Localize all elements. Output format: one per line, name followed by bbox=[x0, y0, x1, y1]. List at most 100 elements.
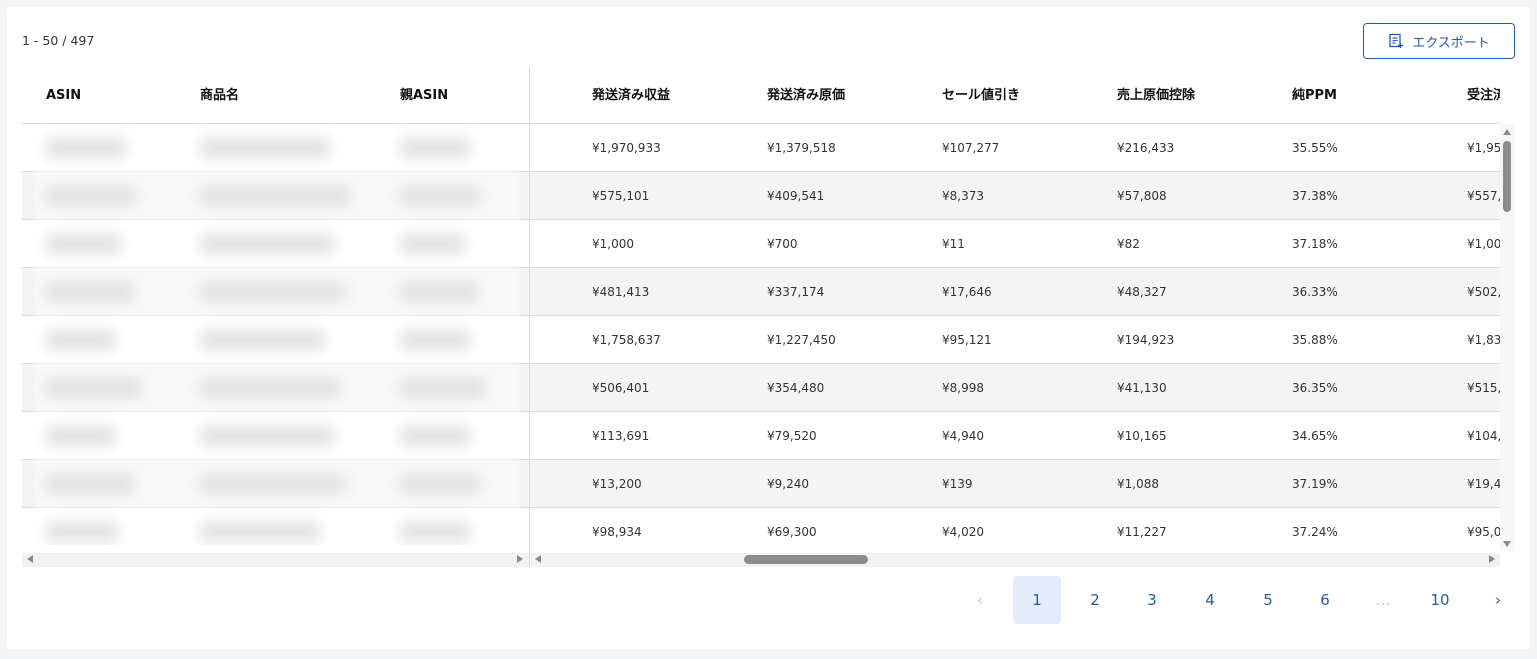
table-cell: ¥11,227 bbox=[1117, 525, 1167, 539]
table-cell: ¥354,480 bbox=[767, 381, 825, 395]
prev-page-button[interactable]: ‹ bbox=[956, 576, 1004, 624]
table-cell: ¥4,020 bbox=[942, 525, 984, 539]
horizontal-scrollbar[interactable] bbox=[531, 553, 1500, 567]
page-button-1[interactable]: 1 bbox=[1013, 576, 1061, 624]
table-cell: 37.24% bbox=[1292, 525, 1338, 539]
table-row[interactable]: ¥1,758,637 ¥1,227,450 ¥95,121 ¥194,923 35.88… bbox=[530, 316, 1500, 364]
column-header-net-ppm[interactable]: 純PPM bbox=[1292, 67, 1337, 124]
table-cell: ¥10,165 bbox=[1117, 429, 1167, 443]
table-row[interactable]: ¥481,413 ¥337,174 ¥17,646 ¥48,327 36.33% ¥502… bbox=[530, 268, 1500, 316]
export-list-icon bbox=[1388, 33, 1404, 49]
table-cell: ¥139 bbox=[942, 477, 973, 491]
table-row[interactable]: ¥1,970,933 ¥1,379,518 ¥107,277 ¥216,433 35.5… bbox=[530, 124, 1500, 172]
table-row[interactable]: ¥13,200 ¥9,240 ¥139 ¥1,088 37.19% ¥19,47 bbox=[530, 460, 1500, 508]
result-count: 1 - 50 / 497 bbox=[22, 33, 95, 48]
column-header-ordered[interactable]: 受注済み bbox=[1467, 67, 1500, 124]
header-row: 発送済み収益 発送済み原価 セール値引き 売上原価控除 純PPM 受注済み bbox=[530, 67, 1500, 124]
table-cell: ¥57,808 bbox=[1117, 189, 1167, 203]
table-cell: ¥1,000 bbox=[1467, 237, 1500, 251]
table-cell: ¥1,227,450 bbox=[767, 333, 836, 347]
table-cell: ¥13,200 bbox=[592, 477, 642, 491]
frozen-header-row: ASIN 商品名 親ASIN bbox=[22, 67, 529, 124]
page-button-4[interactable]: 4 bbox=[1186, 576, 1234, 624]
scroll-up-icon[interactable] bbox=[1503, 129, 1511, 135]
page-button-2[interactable]: 2 bbox=[1071, 576, 1119, 624]
table-cell: ¥337,174 bbox=[767, 285, 825, 299]
frozen-horizontal-scrollbar[interactable] bbox=[22, 553, 529, 567]
table-cell: ¥69,300 bbox=[767, 525, 817, 539]
table-cell: ¥8,998 bbox=[942, 381, 984, 395]
table-row[interactable]: ¥113,691 ¥79,520 ¥4,940 ¥10,165 34.65% ¥104,0 bbox=[530, 412, 1500, 460]
export-label: エクスポート bbox=[1412, 34, 1490, 50]
column-header-cogs-deduction[interactable]: 売上原価控除 bbox=[1117, 67, 1195, 124]
column-header-parent-asin[interactable]: 親ASIN bbox=[400, 67, 448, 124]
table-cell: ¥1,000 bbox=[592, 237, 634, 251]
table-cell: ¥700 bbox=[767, 237, 798, 251]
page-button-6[interactable]: 6 bbox=[1301, 576, 1349, 624]
table-cell: ¥409,541 bbox=[767, 189, 825, 203]
page-button-5[interactable]: 5 bbox=[1244, 576, 1292, 624]
table-cell: 35.88% bbox=[1292, 333, 1338, 347]
table-row[interactable]: ¥1,000 ¥700 ¥11 ¥82 37.18% ¥1,000 bbox=[530, 220, 1500, 268]
table-cell: ¥9,240 bbox=[767, 477, 809, 491]
table-cell: 37.19% bbox=[1292, 477, 1338, 491]
table-cell: ¥107,277 bbox=[942, 141, 1000, 155]
column-header-shipped-cogs[interactable]: 発送済み原価 bbox=[767, 67, 845, 124]
table-cell: ¥557,6 bbox=[1467, 189, 1500, 203]
next-page-button[interactable]: › bbox=[1474, 576, 1522, 624]
table-cell: ¥194,923 bbox=[1117, 333, 1175, 347]
scroll-down-icon[interactable] bbox=[1503, 541, 1511, 547]
column-header-asin[interactable]: ASIN bbox=[46, 67, 81, 124]
table-cell: 35.55% bbox=[1292, 141, 1338, 155]
page-ellipsis: … bbox=[1375, 591, 1391, 609]
table-cell: ¥17,646 bbox=[942, 285, 992, 299]
table-cell: ¥515,2 bbox=[1467, 381, 1500, 395]
frozen-scroll-left-icon[interactable] bbox=[27, 555, 33, 563]
table-cell: ¥48,327 bbox=[1117, 285, 1167, 299]
table-row[interactable]: ¥98,934 ¥69,300 ¥4,020 ¥11,227 37.24% ¥95,03 bbox=[530, 508, 1500, 545]
column-header-shipped-revenue[interactable]: 発送済み収益 bbox=[592, 67, 670, 124]
scrollable-columns: 発送済み収益 発送済み原価 セール値引き 売上原価控除 純PPM 受注済み ¥1… bbox=[530, 67, 1500, 545]
table-cell: ¥1,970,933 bbox=[592, 141, 661, 155]
table-cell: ¥502,1 bbox=[1467, 285, 1500, 299]
column-header-product-name[interactable]: 商品名 bbox=[200, 67, 239, 124]
table-cell: ¥216,433 bbox=[1117, 141, 1175, 155]
table-row[interactable]: ¥506,401 ¥354,480 ¥8,998 ¥41,130 36.35% ¥515,… bbox=[530, 364, 1500, 412]
table-cell: ¥481,413 bbox=[592, 285, 650, 299]
frozen-scroll-right-icon[interactable] bbox=[517, 555, 523, 563]
table-cell: ¥104,0 bbox=[1467, 429, 1500, 443]
export-button[interactable]: エクスポート bbox=[1363, 23, 1515, 59]
table-cell: ¥506,401 bbox=[592, 381, 650, 395]
table-cell: ¥1,758,637 bbox=[592, 333, 661, 347]
table-cell: ¥1,833 bbox=[1467, 333, 1500, 347]
page-button-3[interactable]: 3 bbox=[1128, 576, 1176, 624]
table-cell: ¥79,520 bbox=[767, 429, 817, 443]
horizontal-scroll-thumb[interactable] bbox=[744, 555, 868, 564]
privacy-blur-overlay bbox=[34, 129, 520, 545]
frozen-columns: ASIN 商品名 親ASIN bbox=[22, 67, 529, 545]
table-cell: ¥113,691 bbox=[592, 429, 650, 443]
table-cell: ¥95,03 bbox=[1467, 525, 1500, 539]
scroll-left-icon[interactable] bbox=[535, 555, 541, 563]
table-cell: ¥19,47 bbox=[1467, 477, 1500, 491]
table-row[interactable]: ¥575,101 ¥409,541 ¥8,373 ¥57,808 37.38% ¥557,… bbox=[530, 172, 1500, 220]
table-cell: 37.38% bbox=[1292, 189, 1338, 203]
vertical-scroll-thumb[interactable] bbox=[1503, 141, 1511, 212]
scroll-right-icon[interactable] bbox=[1489, 555, 1495, 563]
table-cell: ¥8,373 bbox=[942, 189, 984, 203]
table-cell: ¥98,934 bbox=[592, 525, 642, 539]
table-cell: ¥575,101 bbox=[592, 189, 650, 203]
page-button-10[interactable]: 10 bbox=[1416, 576, 1464, 624]
table-cell: ¥11 bbox=[942, 237, 965, 251]
table-cell: 34.65% bbox=[1292, 429, 1338, 443]
table-cell: ¥1,379,518 bbox=[767, 141, 836, 155]
table-cell: 36.33% bbox=[1292, 285, 1338, 299]
table-cell: ¥4,940 bbox=[942, 429, 984, 443]
table-cell: 36.35% bbox=[1292, 381, 1338, 395]
table-cell: ¥95,121 bbox=[942, 333, 992, 347]
column-header-sale-discount[interactable]: セール値引き bbox=[942, 67, 1020, 124]
table-cell: ¥1,088 bbox=[1117, 477, 1159, 491]
table-cell: ¥1,957 bbox=[1467, 141, 1500, 155]
table-cell: ¥41,130 bbox=[1117, 381, 1167, 395]
table-cell: ¥82 bbox=[1117, 237, 1140, 251]
